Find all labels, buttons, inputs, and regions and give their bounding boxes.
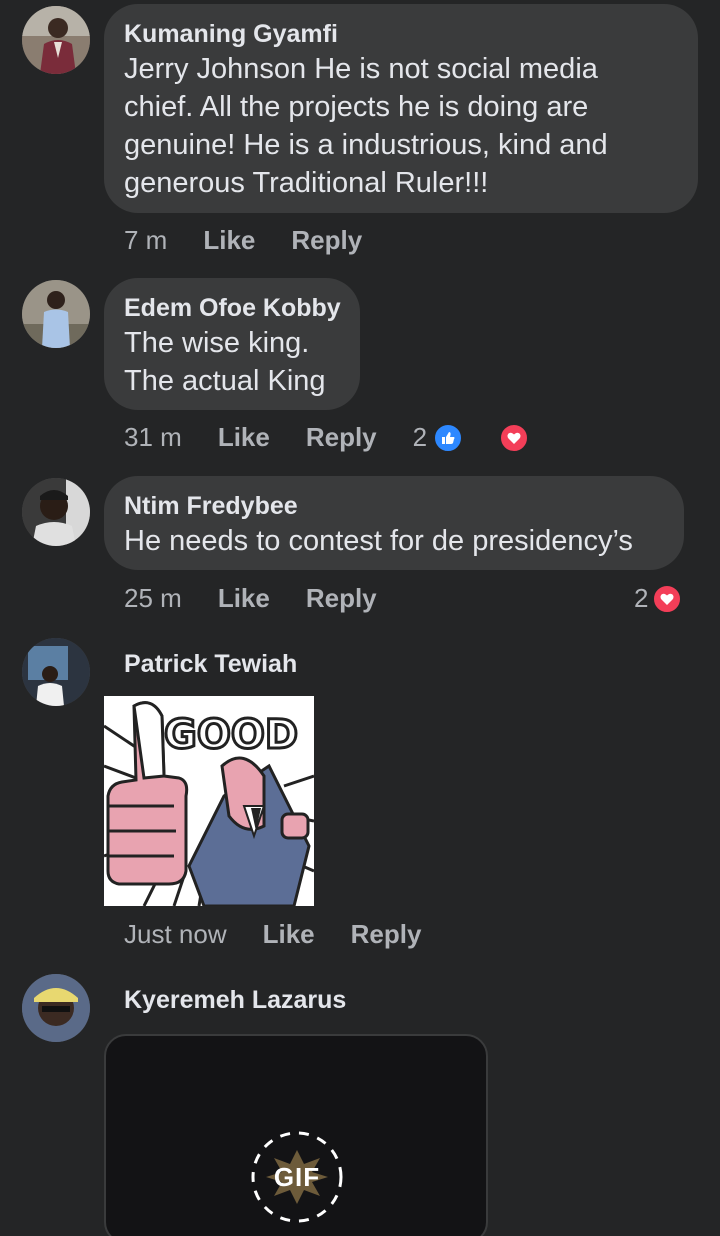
like-icon <box>433 422 464 453</box>
reply-button[interactable]: Reply <box>351 919 422 950</box>
comment-text: Jerry Johnson He is not social media chi… <box>124 53 608 199</box>
comment-bubble: Kumaning Gyamfi Jerry Johnson He is not … <box>104 4 698 213</box>
gif-play-button[interactable]: GIF <box>248 1128 346 1226</box>
avatar-photo <box>22 478 90 546</box>
comment-text: He needs to contest for de presidency’s <box>124 525 633 557</box>
like-button[interactable]: Like <box>263 919 315 950</box>
reaction-count: 2 <box>634 583 649 613</box>
comment-timestamp[interactable]: 31 m <box>124 422 182 453</box>
avatar[interactable] <box>22 974 90 1042</box>
comment-timestamp[interactable]: Just now <box>124 919 227 950</box>
gif-label: GIF <box>273 1161 321 1192</box>
comment-actions: 25 m Like Reply <box>124 583 377 614</box>
comment-text: The wise king. The actual King <box>124 327 326 397</box>
reply-button[interactable]: Reply <box>306 583 377 614</box>
comment-bubble: Ntim Fredybee He needs to contest for de… <box>104 476 684 570</box>
reaction-count: 2 <box>412 422 428 452</box>
comment-author[interactable]: Kyeremeh Lazarus <box>124 984 346 1016</box>
like-button[interactable]: Like <box>218 583 270 614</box>
avatar-photo <box>22 6 90 74</box>
comment-actions: 31 m Like Reply 2 <box>124 422 530 453</box>
avatar[interactable] <box>22 6 90 74</box>
comments-thread: Kumaning Gyamfi Jerry Johnson He is not … <box>0 0 720 1236</box>
reaction-summary[interactable]: 2 <box>634 583 683 614</box>
love-icon <box>499 422 530 453</box>
reply-button[interactable]: Reply <box>306 422 377 453</box>
comment-bubble: Edem Ofoe Kobby The wise king. The actua… <box>104 278 360 410</box>
comment-author[interactable]: Ntim Fredybee <box>124 490 664 522</box>
comment-actions: 7 m Like Reply <box>124 225 362 256</box>
avatar[interactable] <box>22 478 90 546</box>
sticker-text: GOOD <box>164 712 298 758</box>
comment-timestamp[interactable]: 7 m <box>124 225 167 256</box>
sticker-thumbs-up[interactable]: GOOD <box>104 696 314 906</box>
avatar-photo <box>22 974 90 1042</box>
reaction-summary[interactable]: 2 <box>412 422 530 453</box>
reply-button[interactable]: Reply <box>291 225 362 256</box>
like-button[interactable]: Like <box>218 422 270 453</box>
gif-attachment[interactable]: GIF <box>104 1034 488 1236</box>
comment-author[interactable]: Edem Ofoe Kobby <box>124 292 341 324</box>
sticker-image: GOOD <box>104 696 314 906</box>
avatar[interactable] <box>22 280 90 348</box>
avatar-photo <box>22 280 90 348</box>
avatar[interactable] <box>22 638 90 706</box>
comment-author[interactable]: Patrick Tewiah <box>124 648 297 680</box>
like-button[interactable]: Like <box>203 225 255 256</box>
comment-author[interactable]: Kumaning Gyamfi <box>124 18 678 50</box>
avatar-photo <box>22 638 90 706</box>
love-icon <box>652 583 683 614</box>
comment-actions: Just now Like Reply <box>124 919 421 950</box>
comment-timestamp[interactable]: 25 m <box>124 583 182 614</box>
